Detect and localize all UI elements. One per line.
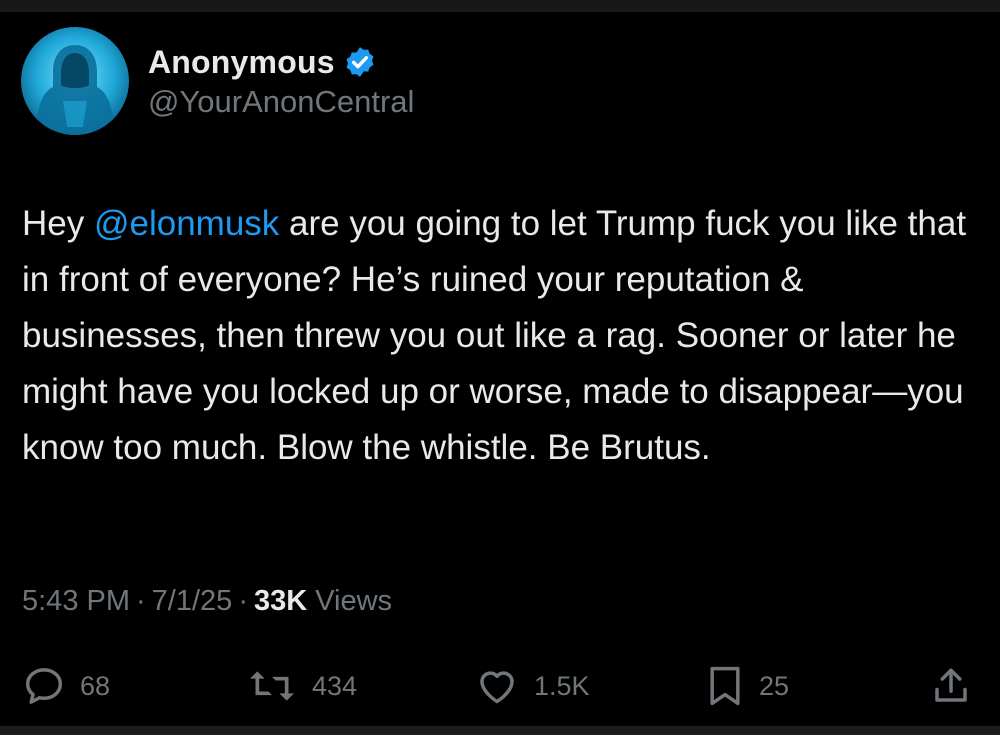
tweet-meta: 5:43 PM · 7/1/25 · 33K Views [22, 585, 392, 618]
meta-separator: · [136, 585, 146, 617]
views-count: 33K [253, 585, 308, 617]
reply-count: 68 [80, 670, 111, 701]
reply-icon [25, 668, 63, 704]
tweet-date[interactable]: 7/1/25 [152, 585, 233, 618]
heart-icon [480, 671, 514, 704]
views-label: Views [315, 585, 393, 617]
tweet-text-rest: are you going to let Trump fuck you like… [22, 204, 967, 467]
bookmark-icon [710, 666, 740, 706]
reply-button[interactable]: 68 [22, 664, 110, 708]
meta-separator: · [238, 585, 248, 617]
like-button[interactable]: 1.5K [474, 664, 590, 708]
repost-icon [250, 671, 294, 701]
verified-badge-icon [343, 45, 377, 79]
avatar[interactable] [21, 27, 129, 135]
tweet-time[interactable]: 5:43 PM [22, 585, 130, 618]
tweet-text: Hey @elonmusk are you going to let Trump… [22, 196, 982, 476]
hooded-figure-avatar-icon [21, 27, 129, 135]
like-count: 1.5K [534, 670, 590, 701]
display-name[interactable]: Anonymous [148, 44, 335, 81]
author-handle[interactable]: @YourAnonCentral [148, 84, 414, 120]
repost-button[interactable]: 434 [246, 664, 357, 708]
repost-count: 434 [312, 670, 358, 701]
bottom-edge [0, 726, 1000, 735]
tweet-text-start: Hey [22, 204, 94, 243]
top-edge [0, 0, 1000, 12]
share-button[interactable] [930, 664, 972, 708]
share-icon [935, 668, 967, 702]
bookmark-count: 25 [759, 670, 790, 701]
author-name-row[interactable]: Anonymous [148, 40, 377, 84]
bookmark-button[interactable]: 25 [705, 664, 789, 708]
mention-link[interactable]: @elonmusk [94, 204, 279, 243]
